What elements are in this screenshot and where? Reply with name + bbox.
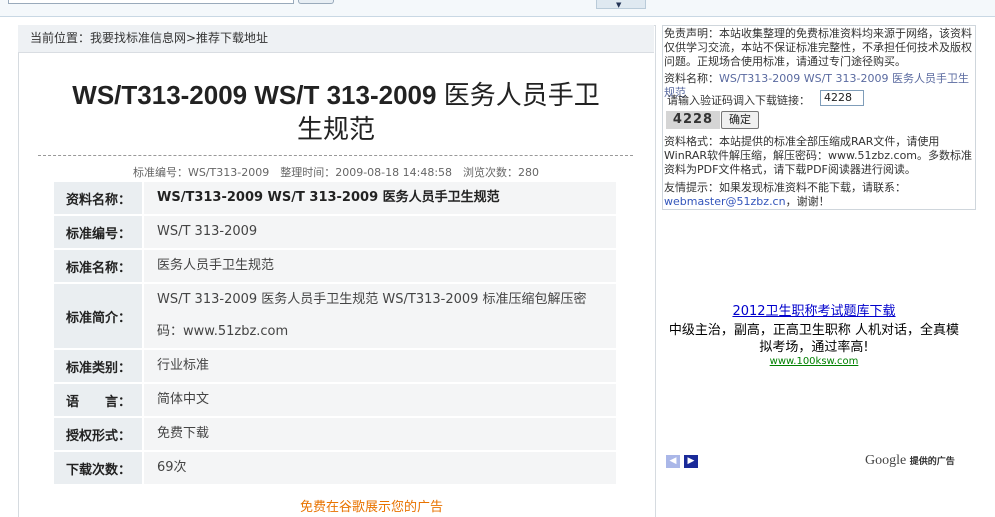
title-code: WS/T313-2009 WS/T 313-2009 — [72, 80, 437, 110]
row-value: 简体中文 — [144, 384, 616, 416]
google-ads-credit[interactable]: Google 提供的广告 — [865, 454, 955, 469]
contact-email-link[interactable]: webmaster@51zbz.cn — [664, 195, 786, 208]
google-logo: Google — [865, 453, 907, 468]
row-label: 授权形式： — [54, 418, 142, 450]
table-row: 标准编号： WS/T 313-2009 — [54, 216, 616, 250]
table-row: 标准名称： 医务人员手卫生规范 — [54, 250, 616, 284]
table-row: 语 言： 简体中文 — [54, 384, 616, 418]
row-label: 下载次数： — [54, 452, 142, 484]
top-search-input[interactable] — [8, 0, 294, 4]
doc-name-label: 资料名称： — [664, 72, 719, 85]
format-note: 资料格式：本站提供的标准全部压缩成RAR文件，请使用WinRAR软件解压缩，解压… — [664, 135, 973, 176]
row-label: 语 言： — [54, 384, 142, 416]
ad-next-icon[interactable]: ▶ — [684, 455, 698, 468]
table-row: 授权形式： 免费下载 — [54, 418, 616, 452]
tip-note: 友情提示：如果发现标准资料不能下载，请联系： webmaster@51zbz.c… — [664, 181, 976, 209]
row-label: 标准名称： — [54, 250, 142, 282]
disclaimer-text: 免责声明：本站收集整理的免费标准资料均来源于网络，该资料仅供学习交流，本站不保证… — [664, 27, 972, 68]
row-value: WS/T 313-2009 — [144, 216, 616, 248]
table-row: 标准类别： 行业标准 — [54, 350, 616, 384]
row-value: 69次 — [144, 452, 616, 484]
title-divider — [38, 155, 633, 156]
title-name-line1: 医务人员手卫 — [443, 80, 600, 110]
row-label: 标准编号： — [54, 216, 142, 248]
captcha-image: 4228 — [666, 111, 720, 129]
tab-arrow-icon: ▼ — [616, 1, 622, 9]
ad-description: 中级主治，副高，正高卫生职称 人机对话，全真模拟考场，通过率高! — [668, 323, 960, 355]
top-search-button[interactable] — [298, 0, 334, 4]
meta-info: 标准编号：WS/T313-2009 整理时间：2009-08-18 14:48:… — [132, 166, 540, 179]
row-label: 资料名称： — [54, 182, 142, 214]
ad-prev-icon[interactable]: ◀ — [666, 455, 680, 468]
row-label: 标准类别： — [54, 350, 142, 382]
table-row: 标准简介： WS/T 313-2009 医务人员手卫生规范 WS/T313-20… — [54, 284, 616, 350]
code-label: 请输入验证码调入下载链接： — [667, 94, 810, 107]
breadcrumb: 当前位置：我要找标准信息网>推荐下载地址 — [18, 25, 654, 53]
verification-code-input[interactable] — [820, 90, 864, 106]
google-ads-suffix: 提供的广告 — [909, 457, 955, 467]
row-value: WS/T313-2009 WS/T 313-2009 医务人员手卫生规范 — [144, 182, 616, 214]
row-label: 标准简介： — [54, 284, 142, 348]
ad-title-link[interactable]: 2012卫生职称考试题库下载 — [664, 304, 964, 320]
page-title: WS/T313-2009 WS/T 313-2009 医务人员手卫 生规范 — [30, 78, 642, 146]
confirm-button[interactable]: 确定 — [721, 111, 759, 129]
table-row: 资料名称： WS/T313-2009 WS/T 313-2009 医务人员手卫生… — [54, 182, 616, 216]
table-row: 下载次数： 69次 — [54, 452, 616, 486]
row-value: 医务人员手卫生规范 — [144, 250, 616, 282]
google-ad-link[interactable]: 免费在谷歌展示您的广告 — [300, 500, 443, 516]
tip-end: ，谢谢！ — [785, 195, 830, 208]
row-value: 行业标准 — [144, 350, 616, 382]
ad-url-link[interactable]: www.100ksw.com — [664, 356, 964, 368]
row-value: WS/T 313-2009 医务人员手卫生规范 WS/T313-2009 标准压… — [144, 284, 616, 348]
title-name-line2: 生规范 — [296, 114, 375, 144]
tip-label: 友情提示：如果发现标准资料不能下载，请联系： — [664, 181, 906, 194]
row-value: 免费下载 — [144, 418, 616, 450]
